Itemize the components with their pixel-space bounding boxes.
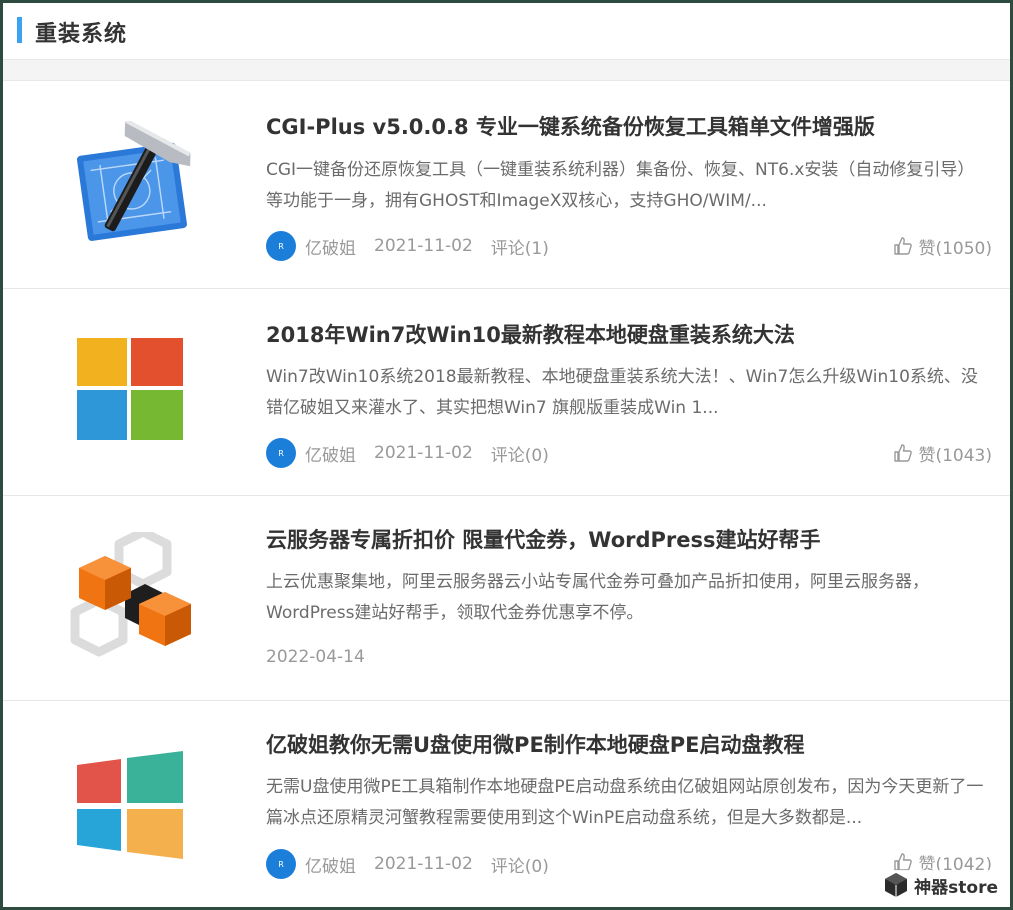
author-name[interactable]: 亿破姐 — [305, 234, 356, 259]
item-title[interactable]: 云服务器专属折扣价 限量代金券，WordPress建站好帮手 — [266, 524, 821, 554]
post-date: 2021-11-02 — [374, 236, 473, 256]
cube-logo-icon — [885, 873, 908, 897]
item-description: CGI一键备份还原恢复工具（一键重装系统利器）集备份、恢复、NT6.x安装（自动… — [266, 160, 975, 211]
page-frame: 重装系统 CGI-Plus v5.0.0.8 专业一键系统备份恢复工具箱单文件增… — [0, 0, 1013, 910]
section-accent-bar — [17, 17, 22, 43]
thumbs-up-icon — [894, 237, 913, 255]
hammer-blueprint-icon[interactable] — [67, 118, 195, 249]
thumbs-up-icon — [894, 444, 913, 462]
author-name[interactable]: 亿破姐 — [305, 441, 356, 466]
like-button[interactable]: 赞(1043) — [893, 438, 992, 468]
item-meta: R 亿破姐 2021-11-02 评论(1) — [266, 231, 549, 261]
section-title: 重装系统 — [35, 22, 128, 47]
section-header: 重装系统 — [3, 3, 1010, 59]
item-title[interactable]: 亿破姐教你无需U盘使用微PE制作本地硬盘PE启动盘教程 — [266, 729, 805, 759]
item-description: 无需U盘使用微PE工具箱制作本地硬盘PE启动盘系统由亿破姐网站原创发布，因为今天… — [266, 777, 984, 828]
item-description: 上云优惠聚集地，阿里云服务器云小站专属代金券可叠加产品折扣使用，阿里云服务器，W… — [266, 572, 929, 623]
watermark-text: 神器store — [914, 877, 998, 898]
item-description: Win7改Win10系统2018最新教程、本地硬盘重装系统大法！、Win7怎么升… — [266, 367, 978, 418]
cube-blocks-icon[interactable] — [67, 527, 195, 660]
comment-count[interactable]: 评论(1) — [491, 234, 549, 259]
list-item[interactable]: 2018年Win7改Win10最新教程本地硬盘重装系统大法 Win7改Win10… — [3, 289, 1010, 496]
item-title[interactable]: CGI-Plus v5.0.0.8 专业一键系统备份恢复工具箱单文件增强版 — [266, 111, 875, 141]
item-title[interactable]: 2018年Win7改Win10最新教程本地硬盘重装系统大法 — [266, 319, 795, 349]
avatar[interactable]: R — [266, 438, 296, 468]
post-date: 2021-11-02 — [374, 443, 473, 463]
list-item[interactable]: CGI-Plus v5.0.0.8 专业一键系统备份恢复工具箱单文件增强版 CG… — [3, 81, 1010, 289]
comment-count[interactable]: 评论(0) — [491, 852, 549, 877]
item-meta: R 亿破姐 2021-11-02 评论(0) — [266, 438, 549, 468]
author-name[interactable]: 亿破姐 — [305, 852, 356, 877]
item-meta: R 亿破姐 2021-11-02 评论(0) — [266, 849, 549, 879]
like-button[interactable]: 赞(1050) — [893, 231, 992, 261]
watermark: 神器store — [880, 870, 1002, 900]
windows-logo-icon[interactable] — [67, 745, 195, 873]
list-item[interactable]: 亿破姐教你无需U盘使用微PE制作本地硬盘PE启动盘教程 无需U盘使用微PE工具箱… — [3, 701, 1010, 907]
windows-flag-icon[interactable] — [67, 326, 195, 454]
section-divider — [3, 59, 1010, 81]
post-date: 2022-04-14 — [266, 647, 365, 667]
post-date: 2021-11-02 — [374, 854, 473, 874]
comment-count[interactable]: 评论(0) — [491, 441, 549, 466]
avatar[interactable]: R — [266, 231, 296, 261]
like-count: 赞(1043) — [918, 445, 992, 466]
thumbs-up-icon — [894, 853, 913, 871]
avatar[interactable]: R — [266, 849, 296, 879]
list-item[interactable]: 云服务器专属折扣价 限量代金券，WordPress建站好帮手 上云优惠聚集地，阿… — [3, 496, 1010, 701]
like-count: 赞(1050) — [918, 238, 992, 259]
